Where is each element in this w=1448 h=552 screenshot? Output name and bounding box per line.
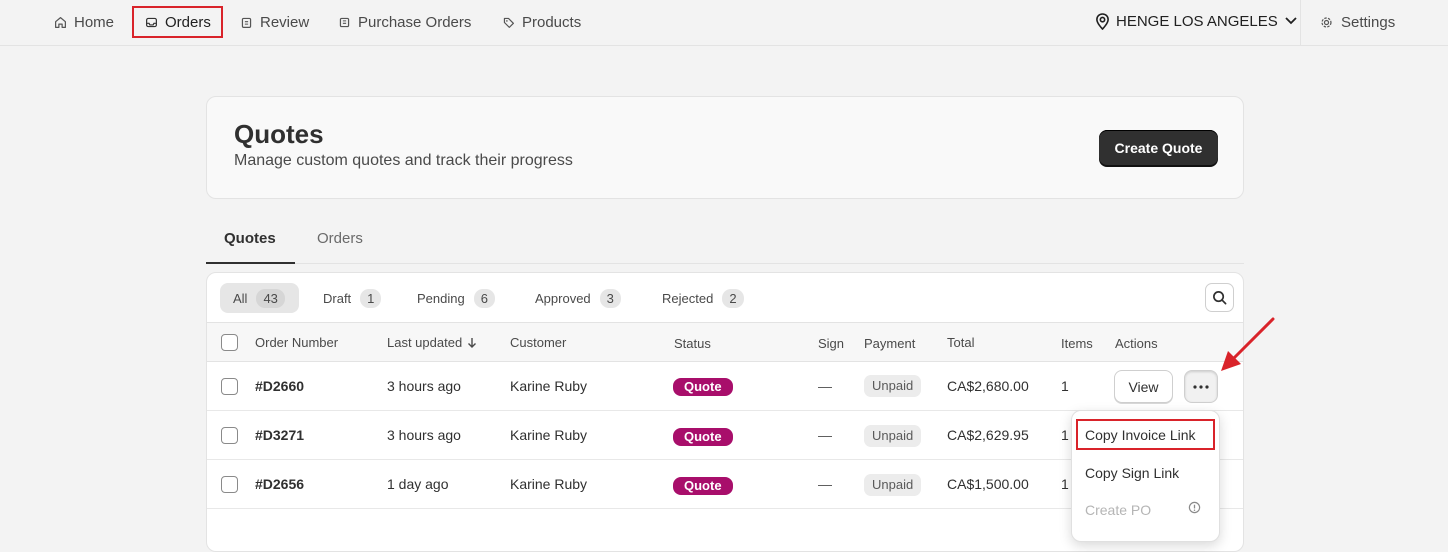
nav-review-label: Review — [260, 13, 310, 31]
filter-label: Draft — [323, 290, 352, 306]
arrow-down-icon — [468, 337, 477, 348]
payment-badge: Unpaid — [864, 474, 922, 496]
nav-settings[interactable]: Settings — [1320, 0, 1395, 44]
select-all-checkbox[interactable] — [221, 334, 238, 351]
nav-settings-label: Settings — [1341, 13, 1396, 31]
nav-products-label: Products — [522, 13, 582, 31]
row-checkbox[interactable] — [221, 476, 238, 493]
top-navigation: Home Orders Review Purchase Orders Produ… — [0, 0, 1448, 46]
page-title: Quotes — [234, 119, 324, 149]
filter-label: Approved — [535, 290, 591, 306]
tab-orders[interactable]: Orders — [317, 230, 363, 247]
nav-review[interactable]: Review — [240, 0, 309, 44]
total-value: CA$2,680.00 — [947, 378, 1029, 394]
order-number[interactable]: #D2660 — [255, 378, 304, 394]
col-customer: Customer — [510, 335, 567, 350]
col-order-number[interactable]: Order Number — [255, 335, 338, 350]
chevron-down-icon — [1285, 17, 1297, 25]
tab-quotes[interactable]: Quotes — [224, 230, 276, 247]
customer-name: Karine Ruby — [510, 476, 588, 492]
info-icon — [1188, 501, 1201, 514]
clipboard-icon — [241, 17, 252, 28]
filter-count: 3 — [599, 288, 621, 308]
order-number[interactable]: #D2656 — [255, 476, 304, 492]
filter-bar: All 43 Draft 1 Pending 6 Approved 3 Reje… — [207, 273, 1243, 322]
nav-home[interactable]: Home — [54, 0, 114, 44]
order-number[interactable]: #D3271 — [255, 427, 304, 443]
payment-badge: Unpaid — [864, 425, 922, 447]
status-badge: Quote — [673, 477, 733, 495]
items-count: 1 — [1061, 378, 1069, 394]
nav-purchase-orders[interactable]: Purchase Orders — [338, 0, 471, 44]
total-value: CA$2,629.95 — [947, 427, 1029, 443]
filter-draft[interactable]: Draft 1 — [323, 283, 382, 313]
tabs-divider — [206, 263, 1244, 264]
nav-home-label: Home — [74, 13, 115, 31]
items-count: 1 — [1061, 427, 1069, 443]
orders-highlight-box — [132, 6, 223, 38]
nav-divider — [1300, 0, 1301, 46]
copy-sign-link-item[interactable]: Copy Sign Link — [1085, 465, 1179, 481]
filter-rejected[interactable]: Rejected 2 — [662, 283, 744, 313]
more-actions-button[interactable] — [1184, 370, 1218, 403]
ellipsis-icon — [1193, 384, 1209, 389]
filter-label: Pending — [417, 290, 465, 306]
search-button[interactable] — [1205, 283, 1234, 312]
tag-icon — [503, 17, 514, 28]
page-subtitle: Manage custom quotes and track their pro… — [234, 152, 573, 169]
col-items: Items — [1061, 336, 1093, 351]
last-updated: 3 hours ago — [387, 378, 461, 394]
sign-value: — — [818, 378, 832, 394]
quotes-header-card: Quotes Manage custom quotes and track th… — [206, 96, 1244, 199]
items-count: 1 — [1061, 476, 1069, 492]
nav-purchase-orders-label: Purchase Orders — [358, 13, 472, 31]
nav-products[interactable]: Products — [502, 0, 581, 44]
col-last-updated[interactable]: Last updated — [387, 335, 477, 350]
last-updated: 3 hours ago — [387, 427, 461, 443]
store-selector[interactable]: HENGE LOS ANGELES — [1095, 0, 1298, 42]
location-pin-icon — [1096, 12, 1109, 30]
sign-value: — — [818, 427, 832, 443]
total-value: CA$1,500.00 — [947, 476, 1029, 492]
status-badge: Quote — [673, 428, 733, 446]
filter-approved[interactable]: Approved 3 — [535, 283, 621, 313]
receipt-icon — [339, 17, 350, 27]
table-row[interactable]: #D2660 3 hours ago Karine Ruby Quote — U… — [207, 362, 1243, 411]
filter-count: 6 — [473, 288, 495, 308]
filter-label: All — [233, 290, 248, 306]
active-tab-indicator — [206, 262, 295, 264]
payment-badge: Unpaid — [864, 375, 922, 397]
col-actions: Actions — [1115, 336, 1158, 351]
sign-value: — — [818, 476, 832, 492]
col-sign: Sign — [818, 336, 845, 351]
row-checkbox[interactable] — [221, 378, 238, 395]
col-status: Status — [674, 336, 711, 351]
gear-icon — [1321, 16, 1332, 28]
customer-name: Karine Ruby — [510, 427, 588, 443]
filter-count: 43 — [256, 288, 285, 308]
filter-count: 1 — [360, 288, 382, 308]
row-checkbox[interactable] — [221, 427, 238, 444]
col-payment: Payment — [864, 336, 916, 351]
create-quote-button[interactable]: Create Quote — [1099, 130, 1218, 165]
col-total: Total — [947, 335, 975, 350]
last-updated: 1 day ago — [387, 476, 449, 492]
status-badge: Quote — [673, 378, 733, 396]
create-po-item: Create PO — [1085, 502, 1152, 518]
annotation-arrow-icon — [1221, 317, 1275, 371]
table-header: Order Number Last updated Customer Statu… — [207, 322, 1243, 362]
filter-label: Rejected — [662, 290, 714, 306]
view-button[interactable]: View — [1114, 370, 1173, 403]
filter-count: 2 — [722, 288, 744, 308]
col-last-updated-label: Last updated — [387, 335, 463, 350]
customer-name: Karine Ruby — [510, 378, 588, 394]
filter-pending[interactable]: Pending 6 — [417, 283, 495, 313]
copy-invoice-highlight-box — [1076, 419, 1215, 450]
store-name: HENGE LOS ANGELES — [1116, 12, 1278, 30]
search-icon — [1213, 291, 1227, 305]
filter-all[interactable]: All 43 — [220, 283, 299, 313]
home-icon — [55, 16, 66, 28]
